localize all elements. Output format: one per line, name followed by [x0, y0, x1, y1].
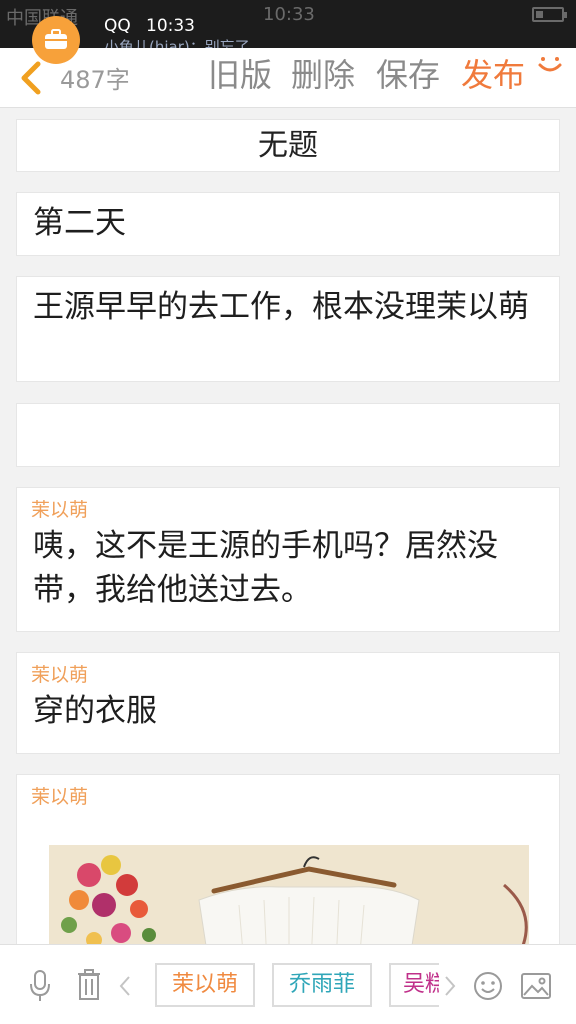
delete-button[interactable]: 删除: [291, 50, 355, 96]
narration-block-empty[interactable]: [16, 403, 560, 467]
briefcase-icon: [45, 29, 67, 49]
story-editor[interactable]: 无题 第二天 王源早早的去工作，根本没理茉以萌 茉以萌 咦，这不是王源的手机吗？…: [0, 108, 576, 944]
dialogue-block[interactable]: 茉以萌 咦，这不是王源的手机吗？居然没带，我给他送过去。: [16, 487, 560, 632]
status-time: 10:33: [263, 4, 315, 25]
speaker-name: 茉以萌: [31, 664, 89, 686]
microphone-icon[interactable]: [28, 969, 52, 1003]
trash-icon[interactable]: [76, 969, 102, 1001]
back-arrow-icon[interactable]: [14, 58, 48, 98]
block-text: 王源早早的去工作，根本没理茉以萌: [33, 289, 529, 325]
character-chip[interactable]: 吴糕: [389, 963, 439, 1007]
narration-block[interactable]: 第二天: [16, 192, 560, 256]
old-version-button[interactable]: 旧版: [208, 50, 272, 96]
speaker-name: 茉以萌: [31, 786, 89, 808]
save-button[interactable]: 保存: [376, 50, 440, 96]
notification-time: 10:33: [146, 16, 195, 36]
block-text: 咦，这不是王源的手机吗？居然没带，我给他送过去。: [33, 528, 498, 608]
editor-toolbar: 487字 旧版 删除 保存 发布: [0, 48, 576, 108]
chevron-left-icon[interactable]: [118, 975, 132, 997]
character-chip[interactable]: 乔雨菲: [272, 963, 372, 1007]
block-text: 第二天: [33, 205, 126, 241]
battery-icon: [532, 7, 567, 22]
bottom-input-bar: 茉以萌 乔雨菲 吴糕: [0, 944, 576, 1024]
image-block[interactable]: 茉以萌: [16, 774, 560, 944]
block-text: 穿的衣服: [33, 693, 157, 729]
block-text: [17, 404, 559, 420]
publish-button[interactable]: 发布: [461, 50, 525, 96]
clothing-photo[interactable]: [49, 845, 529, 944]
dialogue-block[interactable]: 茉以萌 穿的衣服: [16, 652, 560, 754]
photo-illustration: [49, 845, 529, 944]
character-chip-clip: 吴糕: [389, 963, 439, 1007]
word-count: 487字: [60, 66, 130, 94]
smile-icon: [538, 57, 562, 72]
qq-notification-icon[interactable]: [32, 16, 80, 64]
chevron-right-icon[interactable]: [443, 975, 457, 997]
character-chip[interactable]: 茉以萌: [155, 963, 255, 1007]
narration-block[interactable]: 王源早早的去工作，根本没理茉以萌: [16, 276, 560, 382]
story-title[interactable]: 无题: [16, 119, 560, 172]
notification-app-name: QQ: [104, 16, 131, 36]
notification-message[interactable]: 小鱼儿(hiar)：别忘了: [104, 36, 374, 48]
emoji-icon[interactable]: [473, 971, 503, 1001]
speaker-name: 茉以萌: [31, 499, 89, 521]
image-icon[interactable]: [521, 973, 551, 999]
